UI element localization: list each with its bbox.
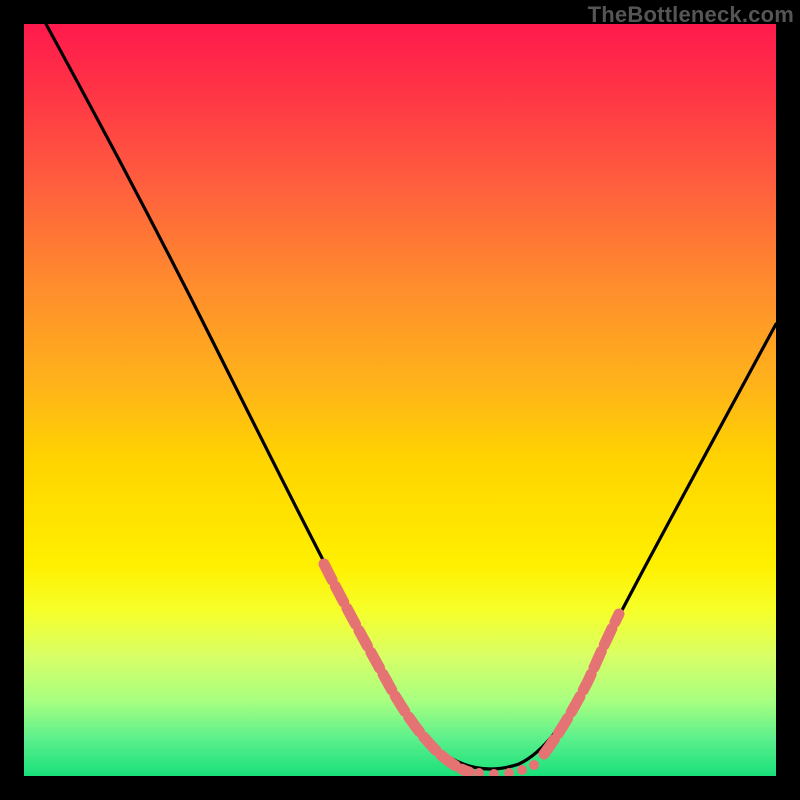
watermark-text: TheBottleneck.com (588, 2, 794, 28)
highlight-right (544, 614, 619, 754)
bottleneck-curve (46, 24, 776, 769)
highlight-left (324, 564, 469, 772)
plot-area (24, 24, 776, 776)
chart-frame: TheBottleneck.com (0, 0, 800, 800)
curve-layer (24, 24, 776, 776)
